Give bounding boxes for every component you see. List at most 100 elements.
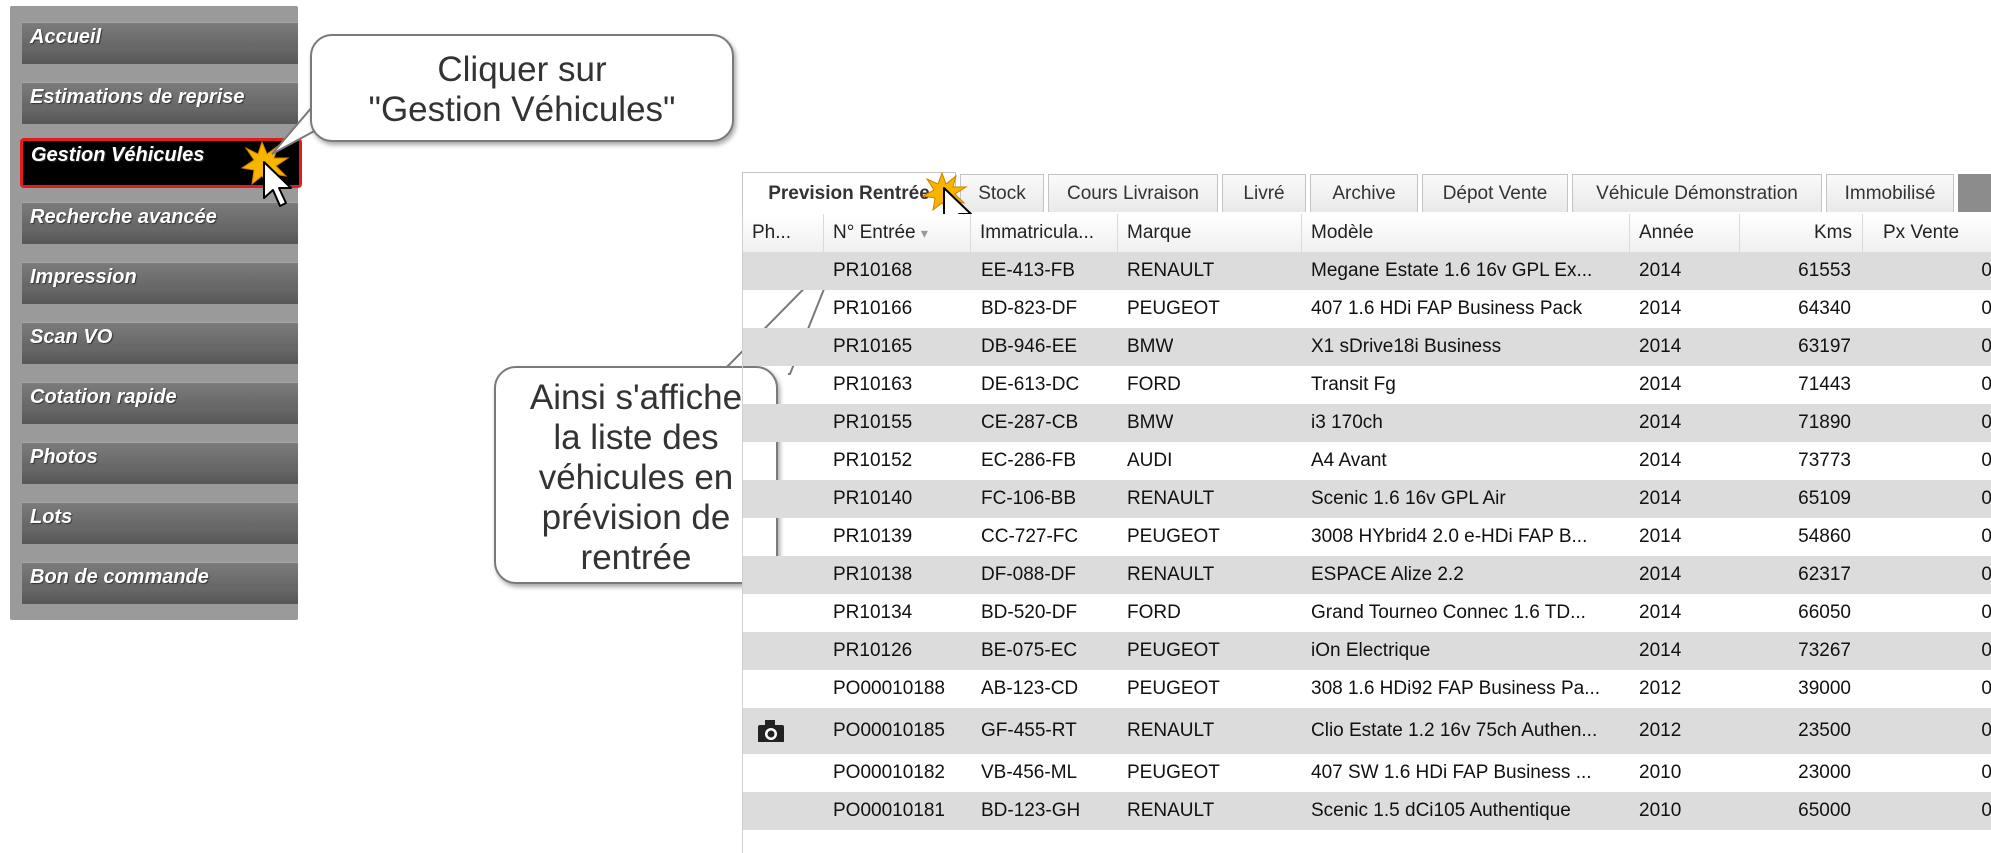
tab-depot-vente[interactable]: Dépot Vente xyxy=(1422,174,1568,212)
cell-px-vente: 0 xyxy=(1981,526,1991,547)
cell-immat: AB-123-CD xyxy=(981,678,1079,699)
cell-kms: 71890 xyxy=(1798,412,1851,433)
table-row[interactable]: PR10126 BE-075-EC PEUGEOT iOn Electrique 201… xyxy=(743,632,1991,670)
cell-kms: 66050 xyxy=(1798,602,1851,623)
cell-kms: 73773 xyxy=(1798,450,1851,471)
column-header-modele[interactable]: Modèle xyxy=(1302,214,1630,252)
column-header-kms[interactable]: Kms xyxy=(1740,214,1863,252)
table-row[interactable]: PO00010188 AB-123-CD PEUGEOT 308 1.6 HDi92 … xyxy=(743,670,1991,708)
cell-kms: 39000 xyxy=(1798,678,1851,699)
cell-immat: BD-520-DF xyxy=(981,602,1078,623)
cell-entree: PO00010185 xyxy=(833,720,945,741)
column-header-immatriculation[interactable]: Immatricula... xyxy=(971,214,1118,252)
cell-marque: PEUGEOT xyxy=(1127,526,1220,547)
cell-modele: ESPACE Alize 2.2 xyxy=(1311,564,1464,585)
cell-marque: PEUGEOT xyxy=(1127,298,1220,319)
table-row[interactable]: PO00010182 VB-456-ML PEUGEOT 407 SW 1.6 HDi… xyxy=(743,754,1991,792)
tab-overflow[interactable] xyxy=(1958,174,1991,212)
cell-modele: Transit Fg xyxy=(1311,374,1396,395)
cell-immat: DE-613-DC xyxy=(981,374,1080,395)
cell-marque: RENAULT xyxy=(1127,800,1215,821)
callout-line: prévision de xyxy=(541,498,731,537)
sidebar-item-cotation-rapide[interactable]: Cotation rapide xyxy=(22,382,298,424)
cell-annee: 2014 xyxy=(1639,526,1682,547)
cell-entree: PR10152 xyxy=(833,450,913,471)
cell-entree: PR10165 xyxy=(833,336,913,357)
table-row[interactable]: PR10155 CE-287-CB BMW i3 170ch 2014 71890 0 xyxy=(743,404,1991,442)
column-header-n-entree[interactable]: N° Entrée ▾ xyxy=(824,214,971,252)
cell-px-vente: 0 xyxy=(1981,412,1991,433)
cell-modele: 407 1.6 HDi FAP Business Pack xyxy=(1311,298,1583,319)
table-row[interactable]: PR10168 EE-413-FB RENAULT Megane Estate 1.6… xyxy=(743,252,1991,290)
callout-line: rentrée xyxy=(580,538,692,577)
sidebar-item-scan-vo[interactable]: Scan VO xyxy=(22,322,298,364)
mouse-cursor-icon xyxy=(263,161,292,207)
cell-modele: iOn Electrique xyxy=(1311,640,1431,661)
cell-immat: EC-286-FB xyxy=(981,450,1077,471)
cell-entree: PR10155 xyxy=(833,412,913,433)
sidebar-item-accueil[interactable]: Accueil xyxy=(22,22,298,64)
cell-entree: PR10134 xyxy=(833,602,913,623)
cell-entree: PO00010181 xyxy=(833,800,945,821)
cell-px-vente: 0 xyxy=(1981,678,1991,699)
table-row[interactable]: PO00010185 GF-455-RT RENAULT Clio Estate 1.… xyxy=(743,708,1991,754)
cell-modele: 308 1.6 HDi92 FAP Business Pa... xyxy=(1311,678,1601,699)
tab-archive[interactable]: Archive xyxy=(1310,174,1418,212)
table-row[interactable]: PR10140 FC-106-BB RENAULT Scenic 1.6 16v GP… xyxy=(743,480,1991,518)
table-row[interactable]: PR10138 DF-088-DF RENAULT ESPACE Alize 2.2 2… xyxy=(743,556,1991,594)
cell-annee: 2014 xyxy=(1639,336,1682,357)
sidebar-item-photos[interactable]: Photos xyxy=(22,442,298,484)
cell-annee: 2014 xyxy=(1639,374,1682,395)
cell-entree: PR10166 xyxy=(833,298,913,319)
cell-marque: FORD xyxy=(1127,374,1181,395)
tab-vehicule-demonstration[interactable]: Véhicule Démonstration xyxy=(1572,174,1822,212)
table-row[interactable]: PO00010181 BD-123-GH RENAULT Scenic 1.5 dCi… xyxy=(743,792,1991,830)
grid-header: Ph... N° Entrée ▾ Immatricula... Marque … xyxy=(743,214,1991,253)
tab-cours-livraison[interactable]: Cours Livraison xyxy=(1048,174,1218,212)
cell-annee: 2014 xyxy=(1639,602,1682,623)
column-header-px-vente[interactable]: Px Vente xyxy=(1863,214,1991,252)
cell-px-vente: 0 xyxy=(1981,720,1991,741)
cell-modele: Scenic 1.5 dCi105 Authentique xyxy=(1311,800,1571,821)
cell-immat: DB-946-EE xyxy=(981,336,1078,357)
cell-kms: 61553 xyxy=(1798,260,1851,281)
column-header-marque[interactable]: Marque xyxy=(1118,214,1302,252)
cell-modele: i3 170ch xyxy=(1311,412,1383,433)
sidebar-item-label: Accueil xyxy=(30,26,102,48)
callout-explanation: Ainsi s'affiche la liste des véhicules e… xyxy=(494,366,778,584)
cell-immat: GF-455-RT xyxy=(981,720,1077,741)
cell-entree: PR10140 xyxy=(833,488,913,509)
table-row[interactable]: PR10163 DE-613-DC FORD Transit Fg 2014 71443 0 xyxy=(743,366,1991,404)
callout-line: la liste des xyxy=(553,418,719,457)
cell-marque: RENAULT xyxy=(1127,260,1215,281)
cell-modele: Scenic 1.6 16v GPL Air xyxy=(1311,488,1506,509)
tab-livre[interactable]: Livré xyxy=(1222,174,1306,212)
cell-immat: DF-088-DF xyxy=(981,564,1077,585)
cell-modele: Clio Estate 1.2 16v 75ch Authen... xyxy=(1311,720,1598,741)
sidebar-item-bon-de-commande[interactable]: Bon de commande xyxy=(22,562,298,604)
column-header-photo[interactable]: Ph... xyxy=(743,214,824,252)
callout-instruction: Cliquer sur "Gestion Véhicules" xyxy=(310,34,734,142)
table-row[interactable]: PR10152 EC-286-FB AUDI A4 Avant 2014 73773 0 xyxy=(743,442,1991,480)
table-row[interactable]: PR10166 BD-823-DF PEUGEOT 407 1.6 HDi FAP B… xyxy=(743,290,1991,328)
sidebar-item-impression[interactable]: Impression xyxy=(22,262,298,304)
table-row[interactable]: PR10165 DB-946-EE BMW X1 sDrive18i Business… xyxy=(743,328,1991,366)
sidebar-item-estimations[interactable]: Estimations de reprise xyxy=(22,82,298,124)
cell-modele: X1 sDrive18i Business xyxy=(1311,336,1502,357)
cell-marque: AUDI xyxy=(1127,450,1173,471)
cell-annee: 2014 xyxy=(1639,260,1682,281)
table-row[interactable]: PR10139 CC-727-FC PEUGEOT 3008 HYbrid4 2.0 … xyxy=(743,518,1991,556)
cell-annee: 2014 xyxy=(1639,298,1682,319)
sidebar-item-lots[interactable]: Lots xyxy=(22,502,298,544)
tab-immobilise[interactable]: Immobilisé xyxy=(1826,174,1954,212)
cell-immat: BE-075-EC xyxy=(981,640,1078,661)
table-row[interactable]: PR10134 BD-520-DF FORD Grand Tourneo Connec… xyxy=(743,594,1991,632)
cell-marque: PEUGEOT xyxy=(1127,762,1220,783)
cell-modele: Megane Estate 1.6 16v GPL Ex... xyxy=(1311,260,1593,281)
cell-kms: 65000 xyxy=(1798,800,1851,821)
cell-px-vente: 0 xyxy=(1981,564,1991,585)
cell-kms: 71443 xyxy=(1798,374,1851,395)
column-header-annee[interactable]: Année xyxy=(1630,214,1740,252)
cell-entree: PR10168 xyxy=(833,260,913,281)
camera-icon[interactable] xyxy=(757,718,785,742)
